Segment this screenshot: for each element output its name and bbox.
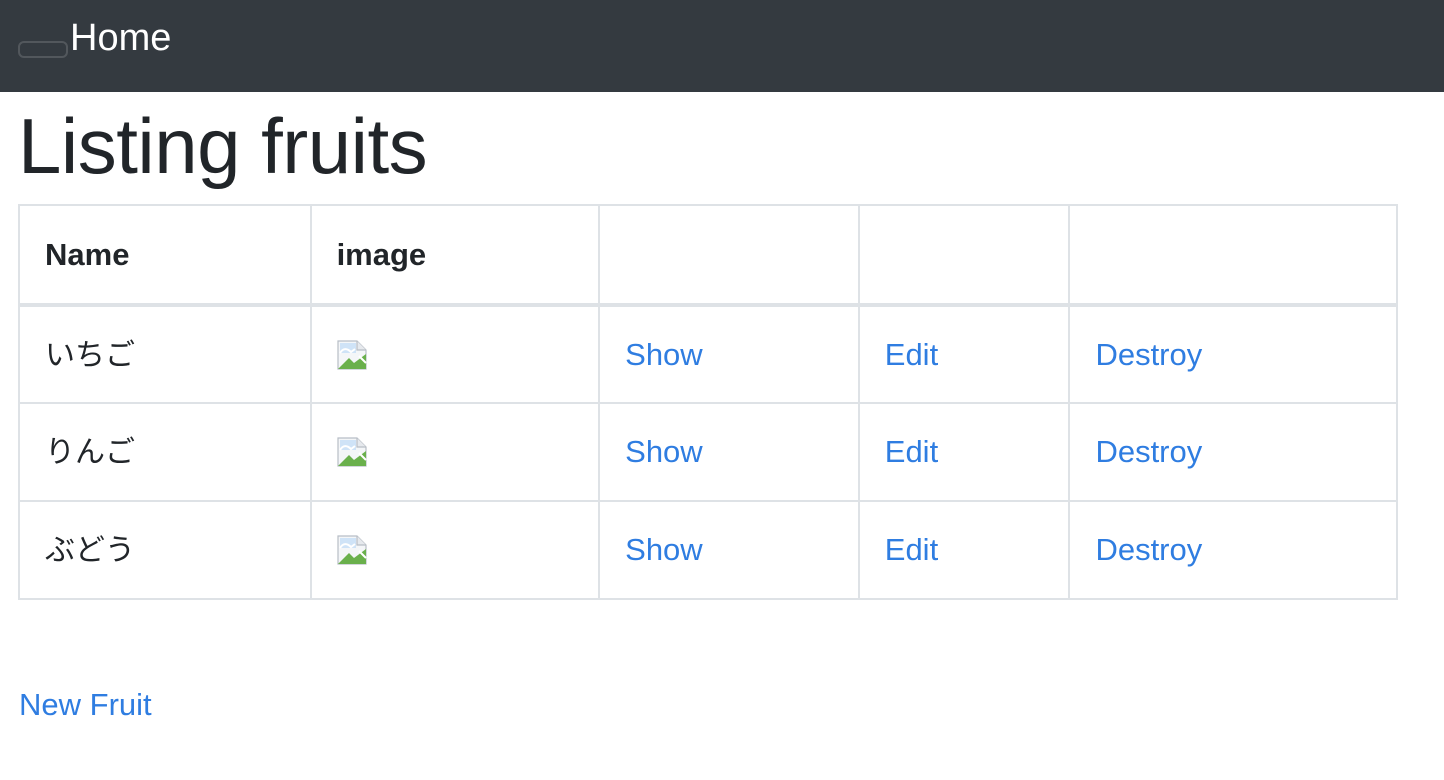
table-row: ぶどう Show Edit Destroy bbox=[18, 500, 1398, 600]
page-title: Listing fruits bbox=[18, 102, 428, 190]
destroy-link[interactable]: Destroy bbox=[1095, 434, 1202, 469]
image-cell bbox=[309, 500, 601, 600]
show-link[interactable]: Show bbox=[625, 434, 703, 469]
destroy-link[interactable]: Destroy bbox=[1095, 532, 1202, 567]
table-row: いちご Show Edit Destroy bbox=[18, 304, 1398, 404]
fruit-name: いちご bbox=[45, 337, 135, 373]
edit-cell: Edit bbox=[857, 304, 1071, 404]
show-cell: Show bbox=[598, 402, 860, 502]
fruit-name: ぶどう bbox=[45, 533, 135, 568]
edit-cell: Edit bbox=[857, 500, 1071, 600]
show-cell: Show bbox=[598, 304, 860, 404]
name-cell: いちご bbox=[18, 304, 312, 404]
name-cell: ぶどう bbox=[18, 500, 312, 600]
image-cell bbox=[309, 304, 601, 404]
new-fruit-link[interactable]: New Fruit bbox=[19, 685, 152, 725]
show-link[interactable]: Show bbox=[625, 532, 703, 567]
edit-link[interactable]: Edit bbox=[885, 532, 938, 567]
edit-link[interactable]: Edit bbox=[885, 337, 938, 372]
fruits-table: Name image いちご Show Edit Destroy りんご Sho… bbox=[18, 204, 1398, 600]
table-row: りんご Show Edit Destroy bbox=[18, 402, 1398, 502]
edit-cell: Edit bbox=[857, 402, 1071, 502]
broken-image-icon bbox=[336, 339, 367, 370]
navbar-toggler-button[interactable] bbox=[18, 41, 68, 58]
destroy-link[interactable]: Destroy bbox=[1095, 337, 1202, 372]
table-header-row: Name image bbox=[18, 204, 1398, 307]
column-header-show bbox=[598, 204, 860, 307]
name-cell: りんご bbox=[18, 402, 312, 502]
column-header-edit bbox=[857, 204, 1071, 307]
column-header-image: image bbox=[309, 204, 601, 307]
destroy-cell: Destroy bbox=[1068, 500, 1398, 600]
broken-image-icon bbox=[336, 535, 367, 565]
show-link[interactable]: Show bbox=[625, 337, 703, 372]
destroy-cell: Destroy bbox=[1068, 304, 1398, 404]
home-link[interactable]: Home bbox=[70, 14, 171, 62]
fruit-name: りんご bbox=[45, 435, 135, 470]
column-header-destroy bbox=[1068, 204, 1398, 307]
broken-image-icon bbox=[336, 437, 367, 467]
navbar: Home bbox=[0, 0, 1444, 92]
edit-link[interactable]: Edit bbox=[885, 434, 938, 469]
destroy-cell: Destroy bbox=[1068, 402, 1398, 502]
image-cell bbox=[309, 402, 601, 502]
show-cell: Show bbox=[598, 500, 860, 600]
column-header-name: Name bbox=[18, 204, 312, 307]
